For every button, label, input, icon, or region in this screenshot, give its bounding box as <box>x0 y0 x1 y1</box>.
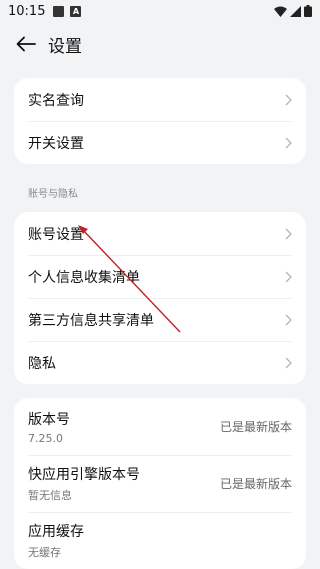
switch-settings-label: 开关设置 <box>28 135 84 152</box>
battery-icon <box>304 5 312 17</box>
chevron-right-icon <box>285 94 292 105</box>
page-title: 设置 <box>48 36 82 57</box>
chevron-right-icon <box>285 228 292 239</box>
chevron-right-icon <box>285 314 292 325</box>
app-info-card: 版本号 7.25.0 已是最新版本 快应用引擎版本号 暂无信息 已是最新版本 应… <box>14 398 306 569</box>
title-bar: 设置 <box>0 22 320 66</box>
switch-settings-item[interactable]: 开关设置 <box>14 121 306 164</box>
chevron-right-icon <box>285 271 292 282</box>
version-status: 已是最新版本 <box>219 420 292 434</box>
account-privacy-section-title: 账号与隐私 <box>28 189 78 200</box>
real-name-query-label: 实名查询 <box>28 92 84 109</box>
third-party-sharing-item[interactable]: 第三方信息共享清单 <box>14 298 306 341</box>
version-number: 7.25.0 <box>28 431 63 445</box>
personal-info-collection-item[interactable]: 个人信息收集清单 <box>14 255 306 298</box>
app-cache-value: 无缓存 <box>28 546 61 559</box>
quick-app-engine-version-status: 已是最新版本 <box>219 477 292 491</box>
quick-app-engine-version-item[interactable]: 快应用引擎版本号 暂无信息 已是最新版本 <box>14 455 306 512</box>
quick-app-engine-version-label: 快应用引擎版本号 <box>28 467 140 483</box>
general-settings-card: 实名查询 开关设置 <box>14 78 306 164</box>
account-settings-item[interactable]: 账号设置 <box>14 212 306 255</box>
quick-app-engine-version-value: 暂无信息 <box>28 489 72 502</box>
account-settings-label: 账号设置 <box>28 226 84 243</box>
version-label: 版本号 <box>28 411 70 428</box>
app-cache-item[interactable]: 应用缓存 无缓存 <box>14 512 306 569</box>
a-notification-icon: A <box>70 5 82 17</box>
account-privacy-card: 账号设置 个人信息收集清单 第三方信息共享清单 隐私 <box>14 212 306 384</box>
back-button[interactable] <box>14 32 38 56</box>
image-notification-icon <box>53 5 65 17</box>
chevron-right-icon <box>285 357 292 368</box>
chevron-right-icon <box>285 137 292 148</box>
back-arrow-icon <box>16 36 36 52</box>
privacy-label: 隐私 <box>28 355 56 372</box>
real-name-query-item[interactable]: 实名查询 <box>14 78 306 121</box>
status-time: 10:15 <box>8 3 46 19</box>
third-party-sharing-label: 第三方信息共享清单 <box>28 312 154 329</box>
signal-icon <box>290 5 301 17</box>
status-bar: 10:15 A <box>0 0 320 22</box>
privacy-item[interactable]: 隐私 <box>14 341 306 384</box>
personal-info-collection-label: 个人信息收集清单 <box>28 269 140 286</box>
app-cache-label: 应用缓存 <box>28 524 84 540</box>
version-item[interactable]: 版本号 7.25.0 已是最新版本 <box>14 398 306 455</box>
wifi-icon <box>274 6 287 17</box>
